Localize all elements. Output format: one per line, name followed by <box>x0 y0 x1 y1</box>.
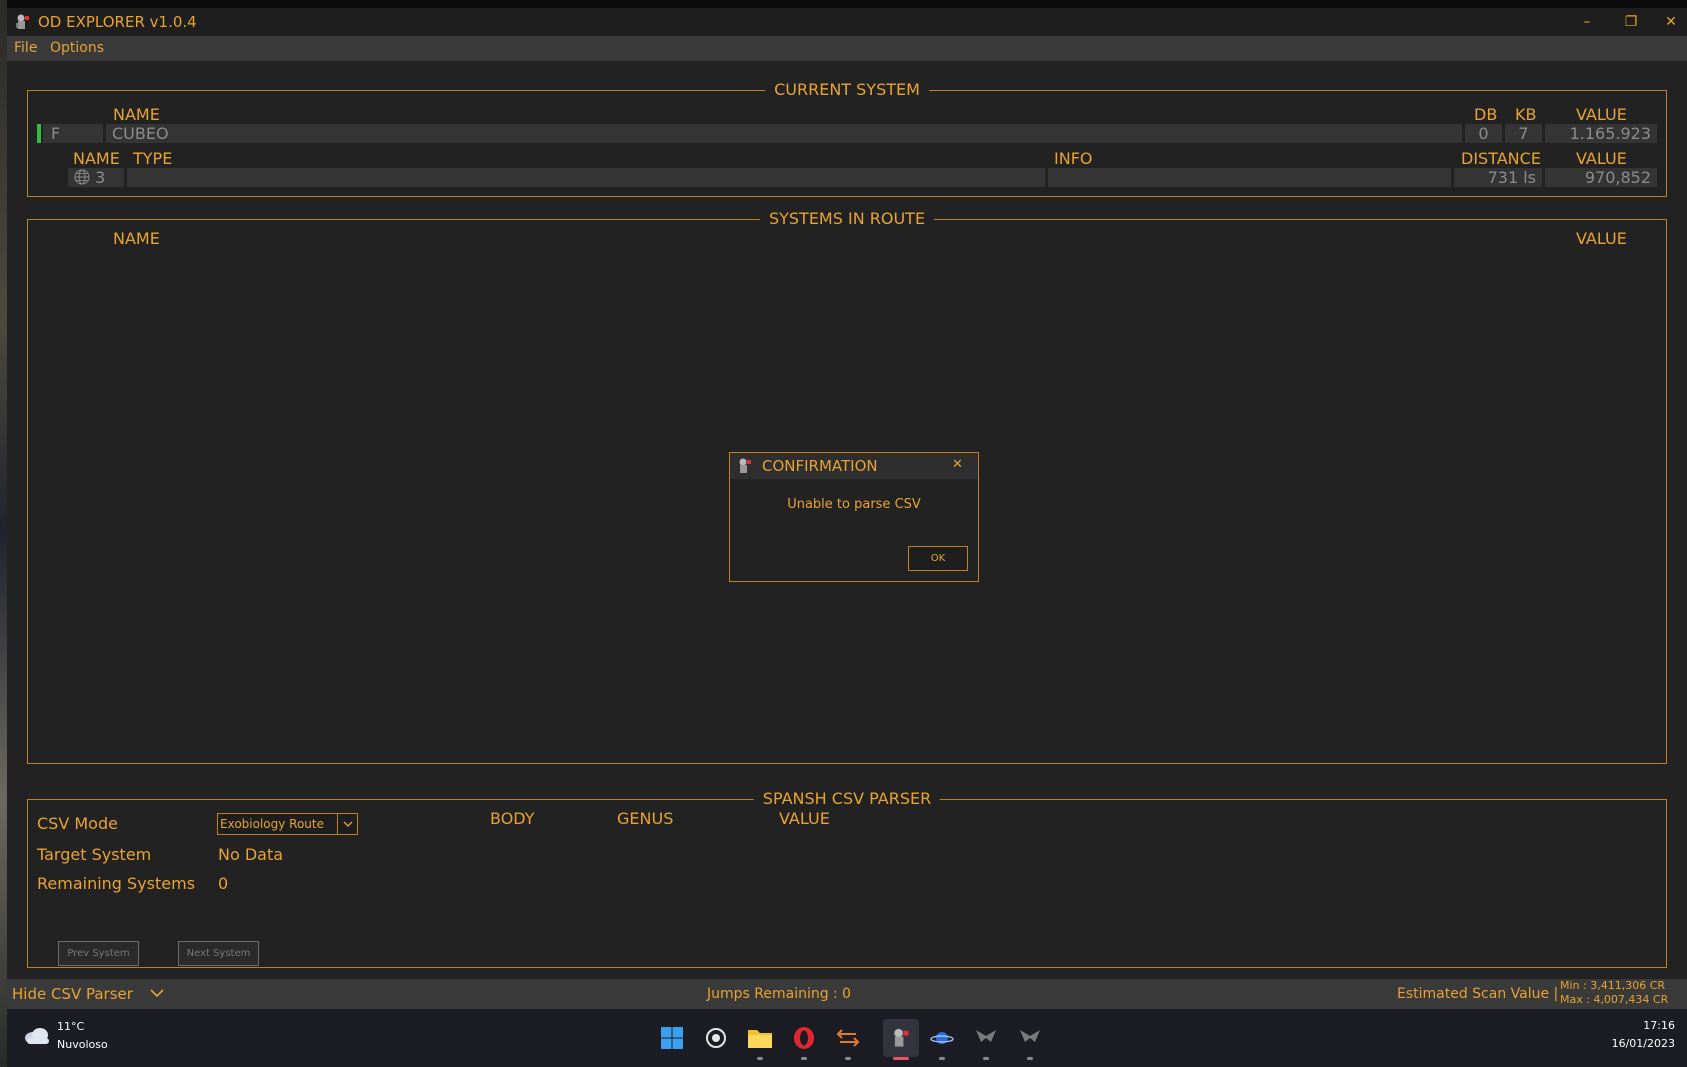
prev-system-button[interactable]: Prev System <box>58 941 139 966</box>
app-window: OD EXPLORER v1.0.4 – ❐ ✕ File Options CU… <box>7 8 1687 1009</box>
body-type-cell <box>127 168 1045 187</box>
csv-mode-selected: Exobiology Route <box>220 817 324 831</box>
jumps-remaining-label: Jumps Remaining : <box>707 986 838 1002</box>
running-indicator <box>983 1057 989 1060</box>
dialog-message: Unable to parse CSV <box>787 497 921 512</box>
body-info-cell <box>1048 168 1451 187</box>
menu-bar: File Options <box>7 36 1687 61</box>
running-indicator <box>939 1057 945 1060</box>
csv-col-header-genus: GENUS <box>617 809 674 828</box>
estimated-scan-label: Estimated Scan Value | <box>1397 986 1559 1002</box>
route-col-header-value: VALUE <box>1576 229 1627 248</box>
title-bar[interactable]: OD EXPLORER v1.0.4 – ❐ ✕ <box>7 8 1687 36</box>
transfer-arrows-icon[interactable] <box>833 1023 863 1060</box>
hide-csv-parser-toggle[interactable]: Hide CSV Parser <box>12 985 164 1003</box>
cloud-icon <box>25 1028 49 1044</box>
body-value-cell: 970,852 <box>1545 168 1657 187</box>
col-header-db: DB <box>1474 105 1498 124</box>
body-col-header-distance: DISTANCE <box>1461 149 1541 168</box>
body-name-text: 3 <box>95 168 106 187</box>
estimated-max-value: Max : 4,007,434 CR <box>1560 993 1669 1006</box>
windows-start-icon[interactable] <box>657 1023 687 1053</box>
running-indicator <box>757 1057 763 1060</box>
systems-in-route-title: SYSTEMS IN ROUTE <box>759 209 935 228</box>
file-explorer-icon[interactable] <box>745 1023 775 1060</box>
weather-temperature: 11°C <box>57 1020 85 1033</box>
planet-app-icon[interactable] <box>927 1023 957 1060</box>
col-header-name: NAME <box>113 105 160 124</box>
opera-icon[interactable] <box>789 1023 819 1060</box>
current-system-title: CURRENT SYSTEM <box>765 80 929 99</box>
csv-parser-title: SPANSH CSV PARSER <box>753 789 941 808</box>
dialog-close-button[interactable]: ✕ <box>952 457 963 472</box>
hide-csv-parser-label: Hide CSV Parser <box>12 985 133 1003</box>
body-name-cell: 3 <box>68 168 124 187</box>
body-col-header-value: VALUE <box>1576 149 1627 168</box>
globe-icon <box>74 169 90 185</box>
weather-description: Nuvoloso <box>57 1038 108 1051</box>
csv-mode-select[interactable]: Exobiology Route <box>217 813 358 835</box>
chevron-down-icon <box>337 814 357 834</box>
clock-date: 16/01/2023 <box>1611 1037 1675 1050</box>
clock[interactable]: 17:16 16/01/2023 <box>1587 1019 1677 1057</box>
csv-parser-panel: SPANSH CSV PARSER CSV Mode Exobiology Ro… <box>27 789 1667 968</box>
chevron-down-icon <box>150 989 164 998</box>
system-kb-cell: 7 <box>1505 124 1542 143</box>
od-explorer-taskbar-icon[interactable] <box>883 1019 919 1060</box>
running-indicator <box>1027 1057 1033 1060</box>
astronaut-app-icon <box>736 457 754 475</box>
csv-mode-label: CSV Mode <box>37 814 118 833</box>
close-button[interactable]: ✕ <box>1648 8 1687 36</box>
running-indicator <box>801 1057 807 1060</box>
col-header-value: VALUE <box>1576 105 1627 124</box>
remaining-systems-value: 0 <box>218 874 229 893</box>
running-indicator <box>845 1057 851 1060</box>
target-system-label: Target System <box>37 845 152 864</box>
col-header-kb: KB <box>1515 105 1537 124</box>
steam-icon[interactable] <box>701 1023 731 1053</box>
remaining-systems-label: Remaining Systems <box>37 874 196 893</box>
body-col-header-type: TYPE <box>133 149 173 168</box>
dialog-title-bar[interactable]: CONFIRMATION ✕ <box>730 453 978 479</box>
route-col-header-name: NAME <box>113 229 160 248</box>
system-value-cell: 1.165.923 <box>1545 124 1657 143</box>
elite-dangerous-icon[interactable] <box>971 1023 1001 1060</box>
minimize-button[interactable]: – <box>1564 8 1610 36</box>
astronaut-app-icon <box>14 13 32 31</box>
body-col-header-name: NAME <box>73 149 120 168</box>
window-title: OD EXPLORER v1.0.4 <box>38 13 197 31</box>
desktop-background-strip <box>0 0 7 1067</box>
body-col-header-info: INFO <box>1054 149 1093 168</box>
estimated-min-value: Min : 3,411,306 CR <box>1560 979 1666 992</box>
weather-widget[interactable]: 11°C Nuvoloso <box>23 1017 143 1059</box>
target-system-value: No Data <box>218 845 284 864</box>
body-distance-cell: 731 ls <box>1454 168 1542 187</box>
ok-button[interactable]: OK <box>908 546 968 571</box>
system-name-cell: CUBEO <box>106 124 1462 143</box>
menu-file[interactable]: File <box>14 40 37 56</box>
csv-col-header-body: BODY <box>490 809 535 828</box>
status-bar: Hide CSV Parser Jumps Remaining : 0 Esti… <box>7 979 1687 1009</box>
next-system-button[interactable]: Next System <box>178 941 259 966</box>
taskbar: 11°C Nuvoloso 17:16 16/01/2023 <box>7 1009 1687 1067</box>
clock-time: 17:16 <box>1643 1019 1675 1032</box>
elite-dangerous-icon[interactable] <box>1015 1023 1045 1060</box>
csv-col-header-value: VALUE <box>779 809 830 828</box>
current-system-panel: CURRENT SYSTEM NAME DB KB VALUE F CUBEO … <box>27 80 1667 197</box>
dialog-title: CONFIRMATION <box>762 457 878 475</box>
star-class-cell: F <box>43 124 103 143</box>
system-db-cell: 0 <box>1465 124 1502 143</box>
star-class-indicator <box>37 124 41 143</box>
jumps-remaining-value: 0 <box>842 986 851 1002</box>
menu-options[interactable]: Options <box>50 40 104 56</box>
confirmation-dialog: CONFIRMATION ✕ Unable to parse CSV OK <box>729 452 979 582</box>
active-indicator <box>893 1057 909 1060</box>
